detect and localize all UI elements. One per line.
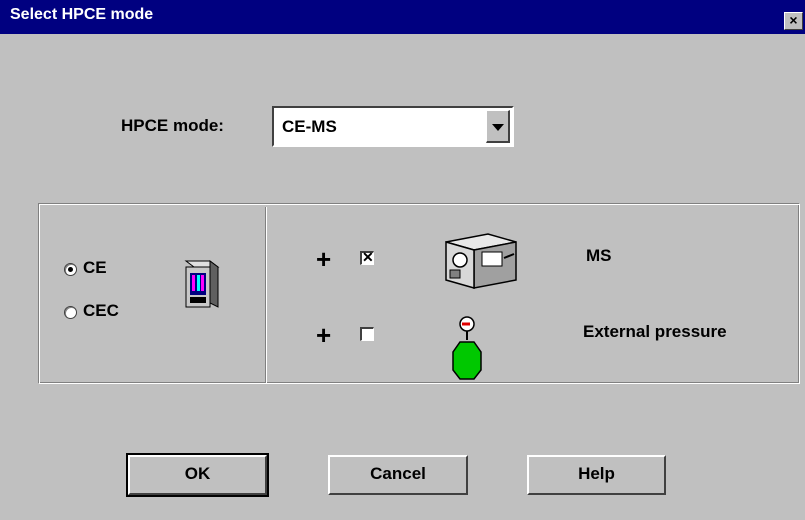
plus-pressure: + <box>316 320 332 350</box>
ms-checkbox[interactable]: ✕ <box>360 249 374 265</box>
radio-cec[interactable] <box>64 306 77 319</box>
radio-cec-label[interactable]: CEC <box>83 301 119 321</box>
plus-ms: + <box>316 244 332 274</box>
hpce-mode-label: HPCE mode: <box>121 116 224 135</box>
check-mark-icon: ✕ <box>362 249 374 265</box>
ms-instrument-icon <box>445 233 517 289</box>
mode-options-group <box>38 203 800 384</box>
ok-button[interactable]: OK <box>126 453 269 497</box>
ce-instrument-icon <box>184 260 220 308</box>
hpce-mode-value: CE-MS <box>282 117 337 136</box>
radio-ce-label[interactable]: CE <box>83 258 107 278</box>
title-bar: Select HPCE mode × <box>0 0 805 34</box>
help-button[interactable]: Help <box>527 455 666 495</box>
hpce-mode-select[interactable]: CE-MS <box>272 106 514 147</box>
pressure-tank-icon <box>452 316 482 380</box>
dropdown-arrow-icon[interactable] <box>486 110 510 143</box>
close-button[interactable]: × <box>784 12 803 30</box>
radio-ce[interactable] <box>64 263 77 276</box>
group-divider <box>265 207 267 383</box>
external-pressure-checkbox[interactable] <box>360 327 374 341</box>
external-pressure-label: External pressure <box>583 322 727 341</box>
dialog-title: Select HPCE mode <box>10 6 154 23</box>
ms-label: MS <box>586 246 612 265</box>
close-icon: × <box>789 12 798 28</box>
cancel-button[interactable]: Cancel <box>328 455 468 495</box>
